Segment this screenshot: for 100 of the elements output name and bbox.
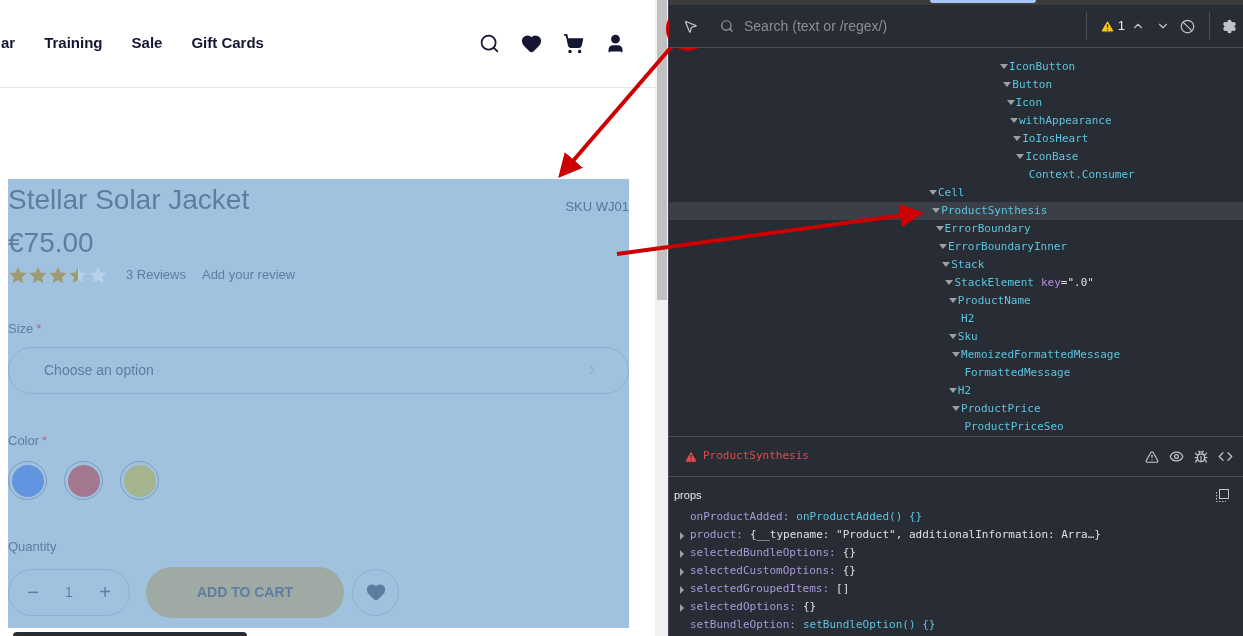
tree-row[interactable]: ErrorBoundaryInner bbox=[669, 238, 1243, 256]
caret-down-icon[interactable] bbox=[952, 352, 961, 358]
copy-icon[interactable] bbox=[1216, 488, 1229, 502]
caret-down-icon[interactable] bbox=[1003, 82, 1012, 88]
tree-row[interactable]: Context.Consumer bbox=[669, 166, 1243, 184]
prop-value: onProductAdded() {} bbox=[796, 509, 923, 526]
tree-row[interactable]: StackElement key=".0" bbox=[669, 274, 1243, 292]
prop-name[interactable]: onProductAdded: bbox=[690, 509, 790, 526]
prop-name[interactable]: selectedOptions: bbox=[690, 599, 796, 616]
component-name: ProductName bbox=[957, 292, 1031, 309]
nav-link[interactable]: ar bbox=[1, 32, 16, 55]
caret-down-icon[interactable] bbox=[952, 406, 961, 412]
tree-row[interactable]: MemoizedFormattedMessage bbox=[669, 346, 1243, 364]
caret-down-icon[interactable] bbox=[932, 208, 941, 214]
tree-row[interactable]: withAppearance bbox=[669, 112, 1243, 130]
component-name: ErrorBoundary bbox=[944, 220, 1031, 237]
clear-icon[interactable] bbox=[1180, 18, 1195, 34]
star-icon bbox=[68, 265, 88, 285]
prop-name[interactable]: selectedCustomOptions: bbox=[690, 563, 836, 580]
tree-row[interactable]: Icon bbox=[669, 94, 1243, 112]
component-name: MemoizedFormattedMessage bbox=[961, 346, 1121, 363]
caret-down-icon[interactable] bbox=[942, 262, 951, 268]
caret-right-icon[interactable] bbox=[679, 549, 685, 558]
prop-value: {} bbox=[842, 545, 856, 562]
tree-row[interactable]: ErrorBoundary bbox=[669, 220, 1243, 238]
prop-name[interactable]: product: bbox=[690, 527, 743, 544]
required-mark: * bbox=[42, 432, 48, 448]
sku-text: SKU WJ01 bbox=[565, 198, 629, 216]
caret-down-icon[interactable] bbox=[938, 244, 947, 250]
caret-down-icon[interactable] bbox=[1009, 118, 1018, 124]
prop-name[interactable]: selectedGroupedItems: bbox=[690, 581, 830, 598]
nav-link[interactable]: Training bbox=[44, 32, 103, 55]
component-title: ProductSynthesis bbox=[703, 448, 809, 465]
caret-right-icon[interactable] bbox=[679, 567, 685, 576]
scrollbar-thumb[interactable] bbox=[656, 0, 667, 300]
tree-row[interactable]: ProductName bbox=[669, 292, 1243, 310]
bug-icon[interactable] bbox=[1194, 449, 1208, 464]
tree-row[interactable]: ProductSynthesis bbox=[669, 202, 1243, 220]
caret-right-icon[interactable] bbox=[679, 531, 685, 540]
eye-icon[interactable] bbox=[1169, 449, 1184, 464]
alert-icon[interactable] bbox=[1145, 449, 1159, 464]
tree-row[interactable]: Cell bbox=[669, 184, 1243, 202]
nav-link[interactable]: Sale bbox=[131, 32, 163, 55]
warning-icon[interactable] bbox=[1099, 18, 1115, 34]
tree-row[interactable]: ProductPriceSeo bbox=[669, 418, 1243, 436]
caret-down-icon[interactable] bbox=[948, 388, 957, 394]
prop-value: {} bbox=[802, 599, 817, 616]
caret-right-icon[interactable] bbox=[679, 585, 685, 594]
caret-down-icon[interactable] bbox=[929, 190, 937, 196]
component-name: H2 bbox=[961, 310, 975, 327]
caret-down-icon[interactable] bbox=[1006, 100, 1015, 106]
search-field[interactable]: Search (text or /regex/) bbox=[744, 15, 1080, 37]
cart-icon[interactable] bbox=[563, 33, 584, 54]
caret-down-icon[interactable] bbox=[948, 298, 957, 304]
tree-row[interactable]: Button bbox=[669, 76, 1243, 94]
warning-icon bbox=[684, 449, 698, 464]
caret-down-icon[interactable] bbox=[1000, 64, 1008, 70]
component-name: Icon bbox=[1015, 94, 1043, 111]
tree-row[interactable]: Sku bbox=[669, 328, 1243, 346]
caret-down-icon[interactable] bbox=[1013, 136, 1022, 142]
search-icon[interactable] bbox=[479, 33, 500, 54]
nav-link[interactable]: Gift Cards bbox=[191, 32, 264, 55]
tree-row[interactable]: IconBase bbox=[669, 148, 1243, 166]
tree-row[interactable]: IconButton bbox=[669, 58, 1243, 76]
required-mark: * bbox=[36, 321, 42, 336]
tree-row[interactable]: IoIosHeart bbox=[669, 130, 1243, 148]
caret-down-icon[interactable] bbox=[1016, 154, 1025, 160]
tree-row[interactable]: ProductPrice bbox=[669, 400, 1243, 418]
tree-row[interactable]: H2 bbox=[669, 382, 1243, 400]
tree-row[interactable]: Stack bbox=[669, 256, 1243, 274]
component-name: IconButton bbox=[1009, 58, 1076, 75]
component-name: H2 bbox=[957, 382, 972, 399]
prop-name[interactable]: setBundleOption: bbox=[690, 617, 796, 634]
component-name: IoIosHeart bbox=[1022, 130, 1089, 147]
warning-count: 1 bbox=[1117, 17, 1125, 36]
component-name: FormattedMessage bbox=[964, 364, 1071, 381]
size-label: Size bbox=[8, 321, 34, 336]
settings-icon[interactable] bbox=[1222, 18, 1237, 34]
star-icon bbox=[28, 265, 48, 285]
caret-down-icon[interactable] bbox=[935, 226, 944, 232]
component-name: ProductPrice bbox=[961, 400, 1041, 417]
heart-icon[interactable] bbox=[521, 33, 542, 54]
component-name: ProductSynthesis bbox=[941, 202, 1048, 219]
component-name: Context.Consumer bbox=[1028, 166, 1135, 183]
caret-down-icon[interactable] bbox=[948, 334, 957, 340]
caret-down-icon[interactable] bbox=[945, 280, 954, 286]
tree-row[interactable]: FormattedMessage bbox=[669, 364, 1243, 382]
tree-row[interactable]: H2 bbox=[669, 310, 1243, 328]
code-icon[interactable] bbox=[1218, 449, 1233, 464]
heart-icon bbox=[365, 582, 386, 602]
caret-right-icon[interactable] bbox=[679, 603, 685, 612]
search-icon bbox=[720, 19, 734, 33]
component-name: Cell bbox=[938, 184, 965, 201]
prop-name[interactable]: selectedBundleOptions: bbox=[690, 545, 836, 562]
color-label: Color bbox=[8, 432, 40, 448]
prop-value: [] bbox=[836, 581, 850, 598]
component-name: IconBase bbox=[1025, 148, 1079, 165]
component-name: StackElement bbox=[954, 274, 1034, 291]
prop-value: setBundleOption() {} bbox=[802, 617, 936, 634]
component-name: ProductPriceSeo bbox=[964, 418, 1064, 435]
